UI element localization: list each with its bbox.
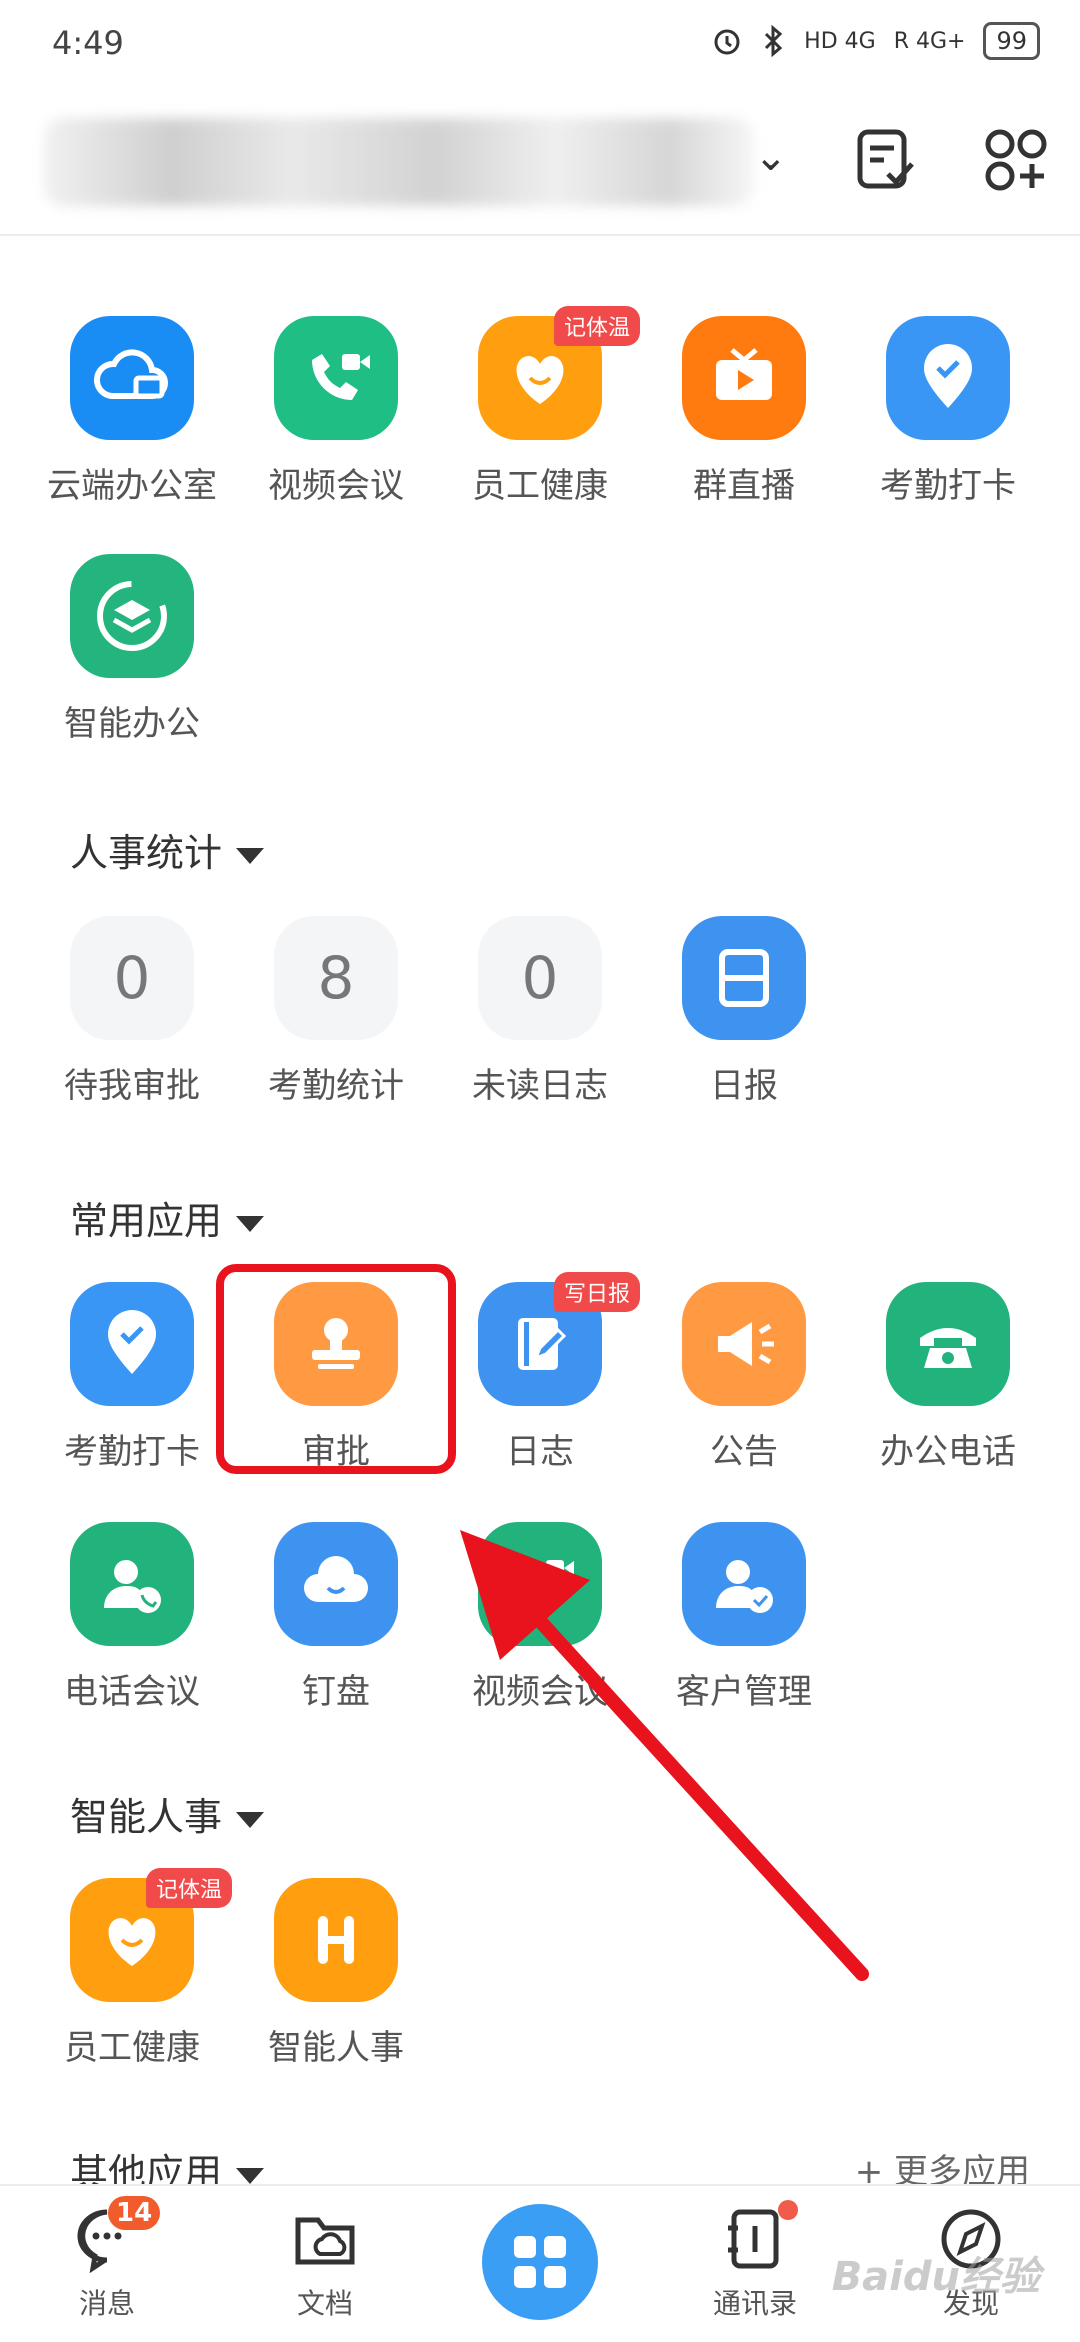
nav-workbench[interactable] [482,2204,598,2320]
app-attendance[interactable]: 考勤打卡 [848,316,1048,516]
section-title-text: 人事统计 [70,831,223,875]
stat-value: 0 [521,944,559,1012]
watermark-text: Baidu经验 [831,2254,1040,2300]
section-title-common-apps[interactable]: 常用应用 [70,1190,265,1245]
battery-indicator: 99 [983,22,1040,60]
apps-add-icon[interactable] [980,124,1052,196]
app-attendance-common[interactable]: 考勤打卡 [32,1282,232,1482]
organization-name-blurred[interactable] [44,118,754,206]
section-title-smart-hr[interactable]: 智能人事 [70,1786,265,1841]
badge-write-daily-report: 写日报 [554,1272,641,1312]
app-announcement[interactable]: 公告 [644,1282,844,1482]
nav-messages[interactable]: 14 消息 [32,2196,182,2322]
location-check-icon [70,1282,194,1406]
layers-icon [70,554,194,678]
person-phone-icon [70,1522,194,1646]
app-cloud-office[interactable]: 云端办公室 [32,316,232,516]
app-label: 智能人事 [268,2028,404,2068]
app-log[interactable]: 写日报 日志 [440,1272,641,1482]
signal-2: R 4G+ [893,28,966,54]
app-phone-conference[interactable]: 电话会议 [32,1522,232,1722]
stat-tile: 0 [478,916,602,1040]
notification-dot [778,2200,798,2220]
nav-docs[interactable]: 文档 [250,2204,400,2322]
telephone-icon [886,1282,1010,1406]
header: ⌄ [0,90,1080,236]
section-title-text: 智能人事 [70,1795,223,1839]
nav-label: 消息 [78,2287,135,2320]
triangle-down-icon [236,1215,265,1232]
section-title-text: 常用应用 [70,1199,223,1243]
grid-apps-icon [514,2236,566,2288]
alarm-icon [714,29,740,55]
nav-label: 文档 [296,2287,353,2320]
status-bar: 4:49 HD 4G R 4G+ 99 [0,0,1080,90]
annotation-arrow [460,1530,869,1981]
stat-value: 8 [317,944,355,1012]
app-employee-health-hr[interactable]: 记体温 员工健康 [32,1868,233,2078]
triangle-down-icon [236,1811,265,1828]
note-check-icon[interactable] [850,124,922,196]
daily-report-icon [682,916,806,1040]
app-video-conference[interactable]: 视频会议 [236,316,436,516]
stat-label: 日报 [710,1066,778,1106]
stat-tile: 0 [70,916,194,1040]
unread-badge: 14 [108,2196,161,2230]
app-smart-hr[interactable]: 智能人事 [236,1878,436,2078]
app-smart-office[interactable]: 智能办公 [32,554,232,754]
annotation-highlight-box [216,1264,456,1474]
cloud-smile-icon [274,1522,398,1646]
folder-cloud-icon [295,2217,355,2265]
app-office-phone[interactable]: 办公电话 [848,1282,1048,1482]
stat-attendance[interactable]: 8 考勤统计 [236,916,436,1116]
megaphone-icon [682,1282,806,1406]
triangle-down-icon [236,2167,265,2184]
app-employee-health[interactable]: 记体温 员工健康 [440,306,641,516]
stat-daily-report[interactable]: 日报 [644,916,844,1116]
app-ding-drive[interactable]: 钉盘 [236,1522,436,1722]
stat-tile: 8 [274,916,398,1040]
stat-pending-approval[interactable]: 0 待我审批 [32,916,232,1116]
h-letter-icon [274,1878,398,2002]
video-call-icon [274,316,398,440]
status-icons: HD 4G R 4G+ 99 [710,22,1040,60]
bluetooth-icon [765,24,783,58]
badge-record-temperature: 记体温 [146,1868,233,1908]
status-time: 4:49 [52,24,124,62]
app-label: 办公电话 [880,1432,1016,1472]
app-group-live[interactable]: 群直播 [644,316,844,516]
stat-unread-logs[interactable]: 0 未读日志 [440,916,640,1116]
app-label: 考勤打卡 [880,466,1016,506]
app-label: 智能办公 [64,704,200,744]
signal-1: HD 4G [804,28,876,54]
badge-record-temperature: 记体温 [554,306,641,346]
tv-play-icon [682,316,806,440]
nav-label: 通讯录 [712,2287,797,2320]
stat-value: 0 [113,944,151,1012]
nav-contacts[interactable]: 通讯录 [680,2200,830,2322]
location-check-icon [886,316,1010,440]
section-title-hr-stats[interactable]: 人事统计 [70,822,265,877]
triangle-down-icon [236,847,265,864]
cloud-desktop-icon [70,316,194,440]
chevron-down-icon[interactable]: ⌄ [754,134,788,180]
